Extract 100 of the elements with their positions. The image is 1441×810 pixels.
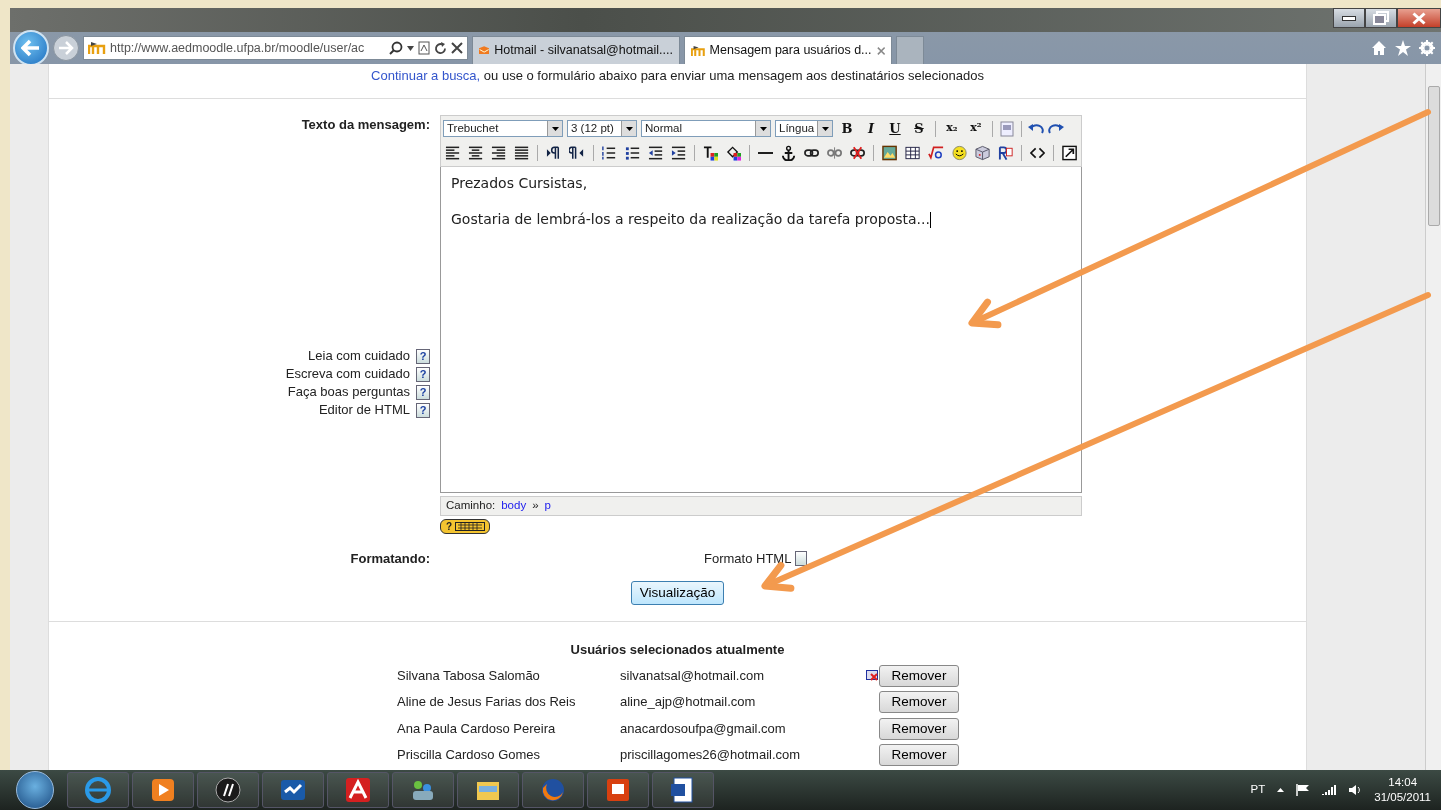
settings-icon[interactable] — [1419, 40, 1435, 56]
start-button[interactable] — [16, 771, 54, 809]
compatibility-icon[interactable] — [418, 41, 430, 55]
site-logo-icon — [691, 43, 705, 58]
star-icon[interactable] — [1395, 40, 1411, 56]
browser-tab[interactable]: Hotmail - silvanatsal@hotmail.... — [472, 36, 680, 64]
text-color-icon[interactable] — [702, 144, 718, 161]
unlink-icon[interactable] — [827, 144, 843, 161]
taskbar-button[interactable] — [587, 772, 649, 808]
back-button[interactable] — [13, 30, 49, 66]
cube-icon[interactable] — [974, 144, 990, 161]
close-icon[interactable] — [451, 42, 463, 54]
refresh-icon[interactable] — [434, 41, 447, 55]
justify-icon[interactable] — [514, 144, 530, 161]
preview-button[interactable]: Visualização — [630, 580, 725, 605]
minimize-button[interactable] — [1333, 8, 1365, 28]
language-indicator[interactable]: PT — [1250, 781, 1266, 799]
user-name: Ana Paula Cardoso Pereira — [397, 719, 557, 738]
format-value: Formato HTML — [704, 549, 792, 568]
help-icon[interactable]: ? — [416, 384, 430, 400]
taskbar-button[interactable] — [197, 772, 259, 808]
no-link-icon[interactable] — [850, 144, 866, 161]
script-button[interactable]: x² — [966, 120, 986, 137]
formatting-label: Formatando: — [349, 549, 430, 568]
image-icon[interactable] — [882, 144, 898, 161]
redo-icon[interactable] — [1048, 122, 1064, 135]
fill-color-icon[interactable] — [725, 144, 741, 161]
presentation-icon — [604, 776, 632, 804]
format-button[interactable]: I — [861, 118, 881, 139]
restore-icon — [1373, 11, 1389, 25]
right-to-left-icon[interactable] — [569, 144, 585, 161]
taskbar-button[interactable] — [132, 772, 194, 808]
remove-button[interactable]: Remover — [879, 664, 959, 687]
table-icon[interactable] — [905, 144, 921, 161]
home-icon[interactable] — [1371, 40, 1387, 56]
help-link[interactable]: Leia com cuidado — [308, 346, 410, 366]
taskbar-button[interactable] — [262, 772, 324, 808]
dropdown-select[interactable]: Língua — [775, 120, 833, 137]
close-button[interactable] — [1397, 8, 1441, 28]
address-field[interactable]: http://www.aedmoodle.ufpa.br/moodle/user/ac — [110, 38, 385, 58]
user-email: silvanatsal@hotmail.com — [620, 666, 765, 685]
user-email: anacardosoufpa@gmail.com — [620, 719, 787, 738]
help-icon[interactable]: ? — [416, 402, 430, 418]
math-icon[interactable] — [928, 144, 944, 161]
undo-icon[interactable] — [1028, 122, 1044, 135]
help-link[interactable]: Faça boas perguntas — [287, 382, 410, 402]
search-icon[interactable] — [389, 41, 403, 55]
help-icon[interactable] — [795, 551, 808, 566]
format-button[interactable]: B — [837, 118, 857, 139]
signal-icon[interactable] — [1322, 784, 1337, 796]
format-button[interactable]: U — [885, 118, 905, 139]
flag-icon[interactable] — [1296, 784, 1311, 796]
help-link[interactable]: Escreva com cuidado — [285, 364, 410, 384]
left-to-right-icon[interactable] — [546, 144, 562, 161]
text-cursor — [929, 211, 931, 228]
fullscreen-icon[interactable] — [1061, 144, 1077, 161]
path-link[interactable]: p — [544, 496, 551, 515]
message-editor[interactable]: Prezados Cursistas, Gostaria de lembrá-los a respeito da realização da tarefa proposta... — [440, 166, 1082, 493]
browser-tab[interactable]: Mensagem para usuários d... — [684, 36, 892, 64]
restore-button[interactable] — [1365, 8, 1397, 28]
caret-icon[interactable] — [407, 45, 414, 51]
taskbar-button[interactable] — [652, 772, 714, 808]
dropdown-select[interactable]: 3 (12 pt) — [567, 120, 637, 137]
numbered-list-icon[interactable] — [601, 144, 617, 161]
clock-date[interactable]: 31/05/2011 — [1374, 790, 1431, 805]
address-bar[interactable]: http://www.aedmoodle.ufpa.br/moodle/user/ac — [83, 36, 468, 60]
scrollbar-thumb[interactable] — [1427, 86, 1440, 226]
taskbar-button[interactable] — [457, 772, 519, 808]
clock-time[interactable]: 14:04 — [1374, 775, 1431, 790]
continue-search-link[interactable]: Continuar a busca, — [371, 68, 481, 83]
align-right-icon[interactable] — [491, 144, 507, 161]
help-icon[interactable]: ? — [416, 366, 430, 382]
smiley-icon[interactable] — [951, 144, 967, 161]
remove-button[interactable]: Remover — [879, 717, 959, 740]
taskbar-button[interactable] — [327, 772, 389, 808]
format-button[interactable]: S — [909, 118, 929, 139]
anchor-icon[interactable] — [780, 144, 797, 161]
taskbar-button[interactable] — [392, 772, 454, 808]
speaker-icon[interactable] — [1348, 784, 1363, 796]
align-left-icon[interactable] — [445, 144, 461, 161]
align-center-icon[interactable] — [468, 144, 484, 161]
indent-icon[interactable] — [670, 144, 686, 161]
dropdown-select[interactable]: Normal — [641, 120, 771, 137]
help-icon[interactable]: ? — [416, 348, 430, 364]
script-button[interactable]: x₂ — [942, 120, 962, 137]
help-link[interactable]: Editor de HTML — [318, 400, 410, 420]
bullet-list-icon[interactable] — [624, 144, 640, 161]
forward-arrow-icon — [58, 41, 74, 55]
scrollbar[interactable] — [1425, 64, 1441, 770]
section-title: Usuários selecionados atualmente — [569, 640, 786, 659]
caret-icon[interactable] — [1277, 788, 1285, 792]
path-link[interactable]: body — [501, 496, 527, 515]
dropdown-select[interactable]: Trebuchet — [443, 120, 563, 137]
forward-button[interactable] — [53, 35, 79, 61]
outdent-icon[interactable] — [647, 144, 663, 161]
keyboard-help-button[interactable]: ? — [440, 518, 490, 534]
search-replace-icon[interactable] — [997, 144, 1013, 161]
user-email: aline_ajp@hotmail.com — [620, 693, 757, 712]
remove-button[interactable]: Remover — [879, 691, 959, 713]
remove-button[interactable]: Remover — [879, 744, 959, 766]
